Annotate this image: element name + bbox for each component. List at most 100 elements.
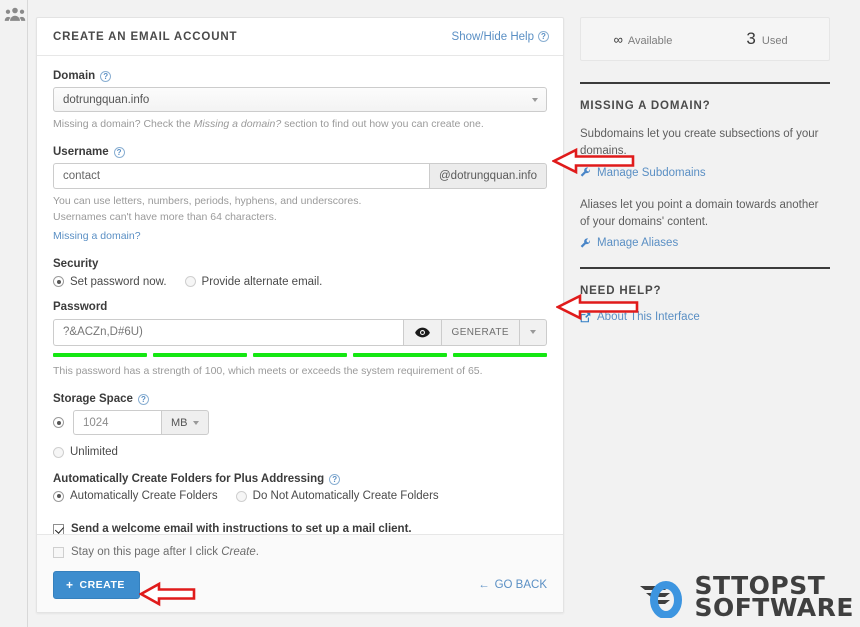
create-button[interactable]: + CREATE — [53, 571, 140, 599]
password-options-dropdown[interactable] — [519, 318, 547, 346]
card-body: Domain ? dotrungquan.info Missing a doma… — [37, 56, 563, 541]
manage-subdomains-link[interactable]: Manage Subdomains — [580, 167, 830, 179]
about-this-interface-link[interactable]: About This Interface — [580, 311, 830, 323]
toggle-password-visibility-button[interactable] — [402, 318, 441, 346]
storage-quota-input[interactable] — [73, 410, 161, 436]
domain-hint-prefix: Missing a domain? Check the — [53, 118, 194, 130]
available-value: ∞ — [613, 31, 623, 47]
plus-addressing-option-label: Automatically Create Folders — [70, 490, 218, 503]
stay-on-page-text: Stay on this page after I click Create. — [71, 546, 259, 558]
subdomains-paragraph: Subdomains let you create subsections of… — [580, 128, 819, 158]
manage-aliases-label: Manage Aliases — [597, 237, 679, 249]
username-hint-2: Usernames can't have more than 64 charac… — [53, 211, 277, 224]
password-input[interactable] — [53, 318, 403, 346]
stat-used: 3 Used — [705, 29, 829, 49]
domain-label-row: Domain ? — [53, 70, 547, 82]
sidebar: ∞ Available 3 Used MISSING A DOMAIN? Sub… — [580, 17, 830, 341]
watermark-text: STTOPST SOFTWARE — [694, 573, 854, 620]
storage-unlimited-label: Unlimited — [70, 446, 118, 459]
domain-hint: Missing a domain? Check the Missing a do… — [53, 117, 547, 132]
go-back-link[interactable]: ← GO BACK — [478, 579, 547, 591]
show-hide-help-label: Show/Hide Help — [451, 30, 534, 43]
radio-icon — [53, 276, 64, 288]
username-input[interactable] — [53, 163, 429, 190]
eye-icon — [414, 327, 430, 338]
manage-subdomains-label: Manage Subdomains — [597, 166, 706, 179]
domain-select[interactable]: dotrungquan.info — [53, 87, 547, 112]
radio-icon — [235, 490, 247, 502]
question-circle-icon[interactable]: ? — [329, 473, 341, 485]
question-circle-icon[interactable]: ? — [137, 393, 149, 405]
external-link-icon — [580, 312, 591, 322]
strength-segment — [253, 352, 347, 357]
stay-prefix: Stay on this page after I click — [71, 546, 222, 558]
sidebar-divider-2 — [580, 267, 830, 269]
storage-unlimited-option[interactable]: Unlimited — [53, 446, 547, 458]
wrench-icon — [580, 237, 590, 248]
chevron-down-icon — [530, 330, 536, 335]
security-option-set-password[interactable]: Set password now. — [53, 276, 167, 288]
card-footer: Stay on this page after I click Create. … — [37, 534, 563, 612]
username-label-row: Username ? — [53, 146, 547, 158]
account-stats-box: ∞ Available 3 Used — [580, 17, 830, 61]
strength-segment — [353, 352, 447, 357]
wrench-icon — [580, 167, 590, 177]
available-label: Available — [627, 34, 673, 47]
security-title: Security — [53, 257, 99, 270]
plus-addressing-option-auto[interactable]: Automatically Create Folders — [53, 490, 218, 502]
missing-domain-link[interactable]: Missing a domain? — [53, 229, 547, 244]
page-title: CREATE AN EMAIL ACCOUNT — [53, 30, 238, 43]
manage-aliases-link[interactable]: Manage Aliases — [580, 237, 830, 249]
domain-hint-italic: Missing a domain? — [193, 118, 282, 130]
strength-segment — [153, 352, 247, 357]
storage-quota-row: MB — [53, 410, 547, 436]
aliases-paragraph: Aliases let you point a domain towards a… — [580, 198, 819, 228]
chevron-down-icon — [192, 420, 199, 425]
stat-available: ∞ Available — [581, 32, 705, 47]
missing-domain-heading: MISSING A DOMAIN? — [580, 100, 711, 112]
used-label: Used — [761, 35, 788, 47]
strength-segment — [453, 352, 547, 357]
password-input-group: GENERATE — [53, 318, 547, 346]
users-group-icon[interactable] — [4, 6, 26, 24]
about-this-interface-label: About This Interface — [597, 311, 700, 323]
show-hide-help-link[interactable]: Show/Hide Help ? — [452, 31, 549, 43]
username-input-group: @dotrungquan.info — [53, 163, 547, 190]
plus-addressing-label: Automatically Create Folders for Plus Ad… — [53, 473, 325, 486]
rail-divider — [27, 0, 28, 627]
plus-icon: + — [66, 578, 74, 592]
username-domain-addon: @dotrungquan.info — [429, 163, 547, 190]
go-back-label: GO BACK — [494, 579, 547, 591]
question-circle-icon[interactable]: ? — [113, 146, 125, 158]
plus-addressing-option-label: Do Not Automatically Create Folders — [252, 490, 439, 503]
footer-actions: + CREATE ← GO BACK — [53, 571, 547, 599]
storage-label: Storage Space — [53, 393, 133, 406]
create-button-label: CREATE — [79, 579, 125, 591]
storage-unit-select[interactable]: MB — [161, 410, 209, 436]
plus-addressing-label-row: Automatically Create Folders for Plus Ad… — [53, 473, 547, 485]
sidebar-divider-1 — [580, 82, 830, 84]
security-radio-group: Set password now. Provide alternate emai… — [53, 276, 547, 288]
card-header: CREATE AN EMAIL ACCOUNT Show/Hide Help ? — [37, 18, 563, 56]
domain-hint-suffix: section to find out how you can create o… — [281, 118, 484, 130]
question-circle-icon: ? — [538, 31, 549, 42]
security-option-label: Provide alternate email. — [201, 275, 323, 288]
generate-password-button[interactable]: GENERATE — [440, 318, 519, 346]
arrow-left-icon: ← — [478, 579, 490, 591]
security-option-label: Set password now. — [70, 275, 167, 288]
plus-addressing-option-manual[interactable]: Do Not Automatically Create Folders — [235, 490, 439, 503]
left-rail — [0, 0, 28, 627]
page-root: CREATE AN EMAIL ACCOUNT Show/Hide Help ?… — [0, 0, 860, 627]
need-help-heading: NEED HELP? — [580, 285, 662, 297]
question-circle-icon[interactable]: ? — [100, 70, 112, 82]
stay-on-page-checkbox-row[interactable]: Stay on this page after I click Create. — [53, 546, 547, 558]
security-option-alternate-email[interactable]: Provide alternate email. — [184, 275, 323, 288]
storage-quota-radio[interactable] — [53, 417, 64, 429]
used-value: 3 — [746, 29, 756, 48]
radio-icon — [53, 446, 64, 458]
storage-label-row: Storage Space ? — [53, 393, 547, 405]
password-strength-meter — [53, 352, 547, 357]
password-strength-text: This password has a strength of 100, whi… — [53, 364, 483, 377]
username-label: Username — [53, 146, 109, 159]
domain-selected-value: dotrungquan.info — [63, 93, 150, 106]
